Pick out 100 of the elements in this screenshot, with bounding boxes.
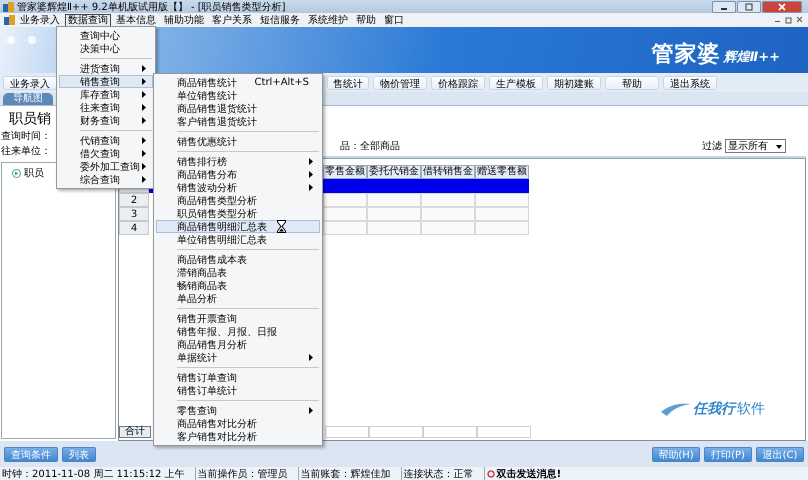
status-text: 当前操作员：管理员 [198,466,299,480]
menu-item[interactable]: 系统维护 [305,14,351,26]
menu-item[interactable]: 基本信息 [113,14,159,26]
menu-option[interactable]: 畅销商品表 [156,279,320,292]
partner-label: 往来单位： [1,144,51,158]
menu-option[interactable]: 商品销售类型分析 [156,194,320,207]
table-row-cell [475,193,529,207]
table-row-cell [367,193,421,207]
status-text: 当前账套：辉煌佳加 [300,466,402,480]
toolbar-button[interactable]: 价格跟踪 [431,76,485,90]
column-header[interactable]: 借转销售金 [421,165,475,179]
report-title: 职员销 [9,110,51,128]
menu-option[interactable]: 商品销售退货统计 [156,102,320,115]
column-header[interactable]: 零售金额 [323,165,367,179]
table-row-cell [367,221,421,235]
total-cell [369,426,423,438]
query-time: 查询时间： [1,130,51,143]
menu-item[interactable]: 客户关系 [209,14,255,26]
menu-item[interactable]: 短信服务 [257,14,303,26]
menu-option[interactable]: 决策中心 [59,42,153,55]
toolbar-button[interactable]: 生产模板 [489,76,543,90]
maximize-button[interactable] [737,0,761,12]
table-row-cell [475,207,529,221]
node-icon [12,168,21,178]
total-cell [477,426,531,438]
menu-option[interactable]: 职员销售类型分析 [156,207,320,220]
window-title: 管家婆辉煌Ⅱ++ 9.2单机版试用版【】 - [职员销售类型分析] [17,0,286,14]
status-text: 连接状态：正常 [404,466,485,480]
tree-item[interactable]: 职员 [24,166,44,180]
minimize-button[interactable] [712,0,736,12]
menu-option[interactable]: 销售订单统计 [156,384,320,397]
menu-option[interactable]: 商品销售分布 [156,168,320,181]
status-message[interactable]: 双击发送消息! [496,466,562,480]
filter-dropdown[interactable]: 显示所有 [725,139,786,153]
menu-option[interactable]: 财务查询 [59,114,153,127]
menu-item[interactable]: 帮助 [353,14,379,26]
menu-option[interactable]: 借欠查询 [59,147,153,160]
toolbar-button[interactable]: 物价管理 [373,76,427,90]
menu-option[interactable]: 往来查询 [59,101,153,114]
menu-option[interactable]: 客户销售对比分析 [156,430,320,443]
close-icon [778,2,786,10]
menu-option[interactable]: 综合查询 [59,173,153,186]
table-row-cell [421,193,475,207]
table-row-cell [421,207,475,221]
row-number: 3 [130,208,138,220]
restore-icon[interactable] [785,16,793,24]
total-cell [325,426,369,438]
close-button[interactable] [762,0,802,12]
filter-label: 过滤 [702,140,722,153]
app-icon [4,15,15,25]
menu-option[interactable]: 滞销商品表 [156,266,320,279]
table-row-cell [475,221,529,235]
menu-option[interactable]: 销售年报、月报、日报 [156,325,320,338]
menu-option[interactable]: 客户销售退货统计 [156,115,320,128]
column-header[interactable]: 赠送零售额 [475,165,529,179]
menu-option[interactable]: 库存查询 [59,88,153,101]
menu-option[interactable]: 单据统计 [156,351,320,364]
table-row-cell [421,221,475,235]
row-number: 2 [130,194,138,206]
menu-item[interactable]: 辅助功能 [161,14,207,26]
menu-option[interactable]: 委外加工查询 [59,160,153,173]
menu-option[interactable]: 商品销售月分析 [156,338,320,351]
row-number: 4 [130,222,138,234]
menu-option[interactable]: 单位销售明细汇总表 [156,233,320,246]
logo-text: 管家婆 [652,40,721,69]
menu-option[interactable]: 商品销售统计 Ctrl+Alt+S [156,76,320,89]
toolbar-button[interactable]: 期初建账 [547,76,601,90]
menu-option[interactable]: 商品销售明细汇总表 [156,220,320,233]
table-row-cell [367,207,421,221]
nav-tab[interactable]: 导航图 [3,93,53,105]
logo-text: 辉煌Ⅱ++ [724,49,780,66]
menu-option[interactable]: 销售波动分析 [156,181,320,194]
close-icon[interactable] [796,16,804,24]
toolbar-button[interactable]: 退出系统 [663,76,717,90]
submenu-arrow-icon [309,407,313,414]
hourglass-icon [277,220,286,233]
menu-option[interactable]: 单品分析 [156,292,320,305]
menu-option[interactable]: 商品销售对比分析 [156,417,320,430]
column-header[interactable]: 委托代销金 [367,165,421,179]
toolbar-button[interactable]: 售统计 [327,76,369,90]
maximize-icon [745,2,753,10]
status-text: 时钟：2011-11-08 周二 11:15:12 上午 [2,466,196,480]
swoosh-icon [661,402,691,416]
submenu-arrow-icon [309,354,313,361]
menu-option[interactable]: 销售查询 [59,75,153,88]
menu-item[interactable]: 数据查询 [65,14,111,26]
message-icon [486,470,495,478]
toolbar-button[interactable]: 业务录入 [3,76,57,90]
menu-item[interactable]: 窗口 [381,14,407,26]
brand-logo: 任我行 [693,400,735,418]
app-icon [3,2,14,12]
table-row-cell [475,179,529,193]
total-cell [423,426,477,438]
menu-item[interactable]: 业务录入 [17,14,63,26]
product-label: 品：全部商品 [340,140,400,153]
menu-option[interactable]: 查询中心 [59,29,153,42]
total-label: 合计 [119,426,151,438]
brand-text: 软件 [737,400,765,418]
menu-option[interactable]: 单位销售统计 [156,89,320,102]
toolbar-button[interactable]: 帮助 [605,76,659,90]
